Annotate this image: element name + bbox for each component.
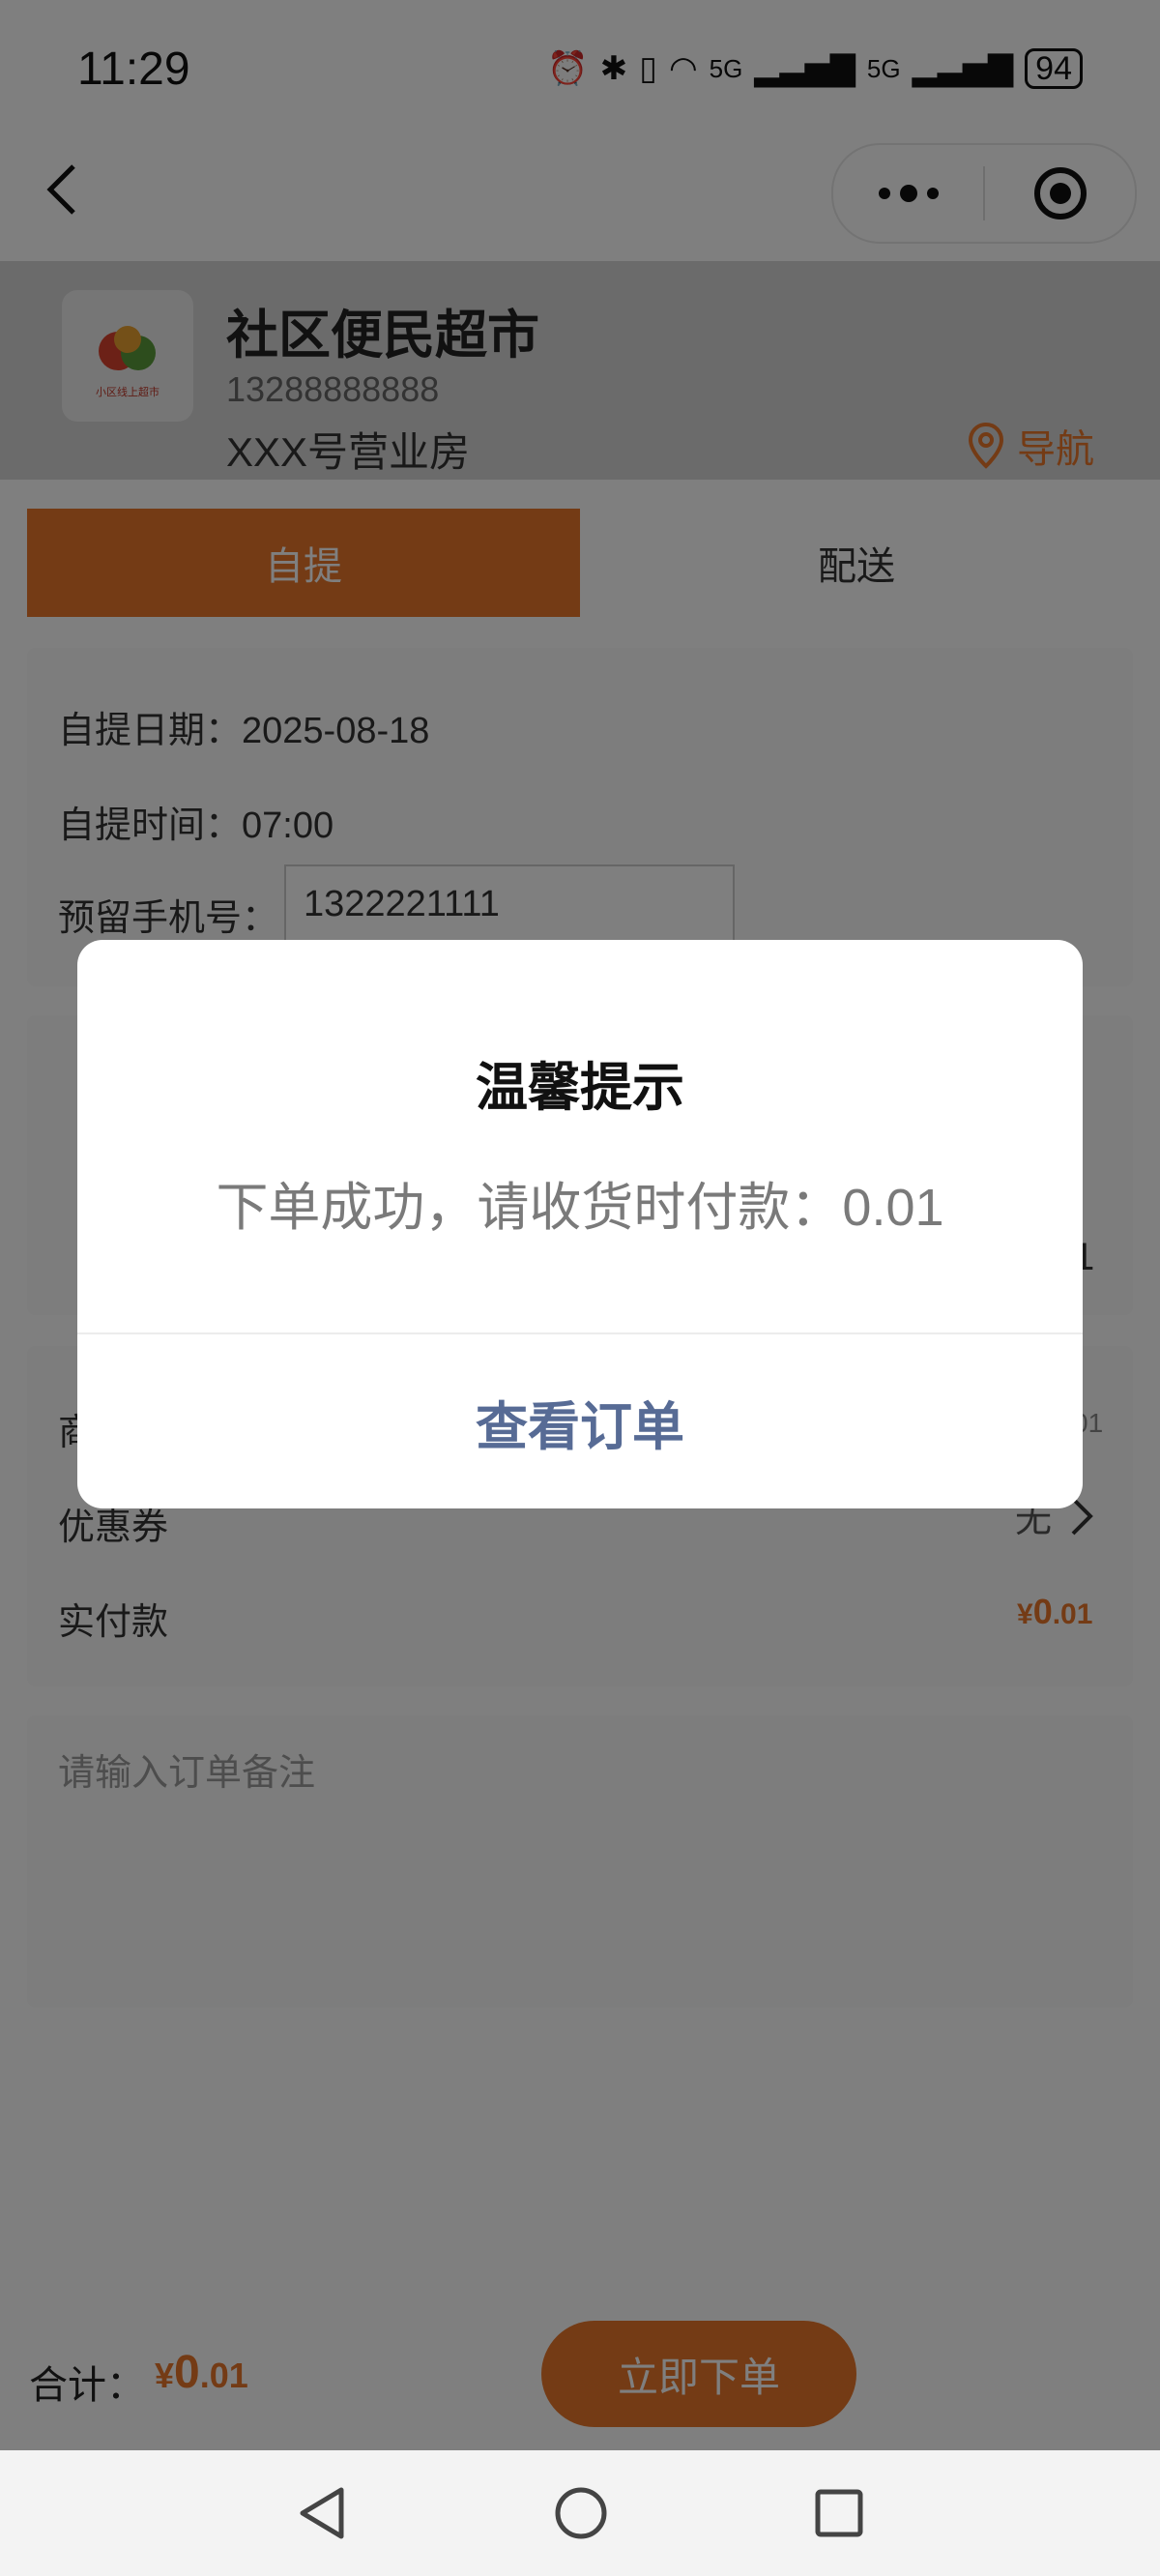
system-nav-bar [0, 2450, 1160, 2576]
dialog-message: 下单成功，请收货时付款：0.01 [216, 1179, 944, 1237]
recents-square-icon[interactable] [813, 2487, 865, 2539]
view-order-button[interactable]: 查看订单 [77, 1334, 1083, 1508]
home-circle-icon[interactable] [552, 2484, 610, 2542]
alert-dialog: 温馨提示 下单成功，请收货时付款：0.01 查看订单 [77, 940, 1083, 1508]
dialog-title: 温馨提示 [476, 1059, 684, 1117]
back-triangle-icon[interactable] [295, 2484, 349, 2542]
